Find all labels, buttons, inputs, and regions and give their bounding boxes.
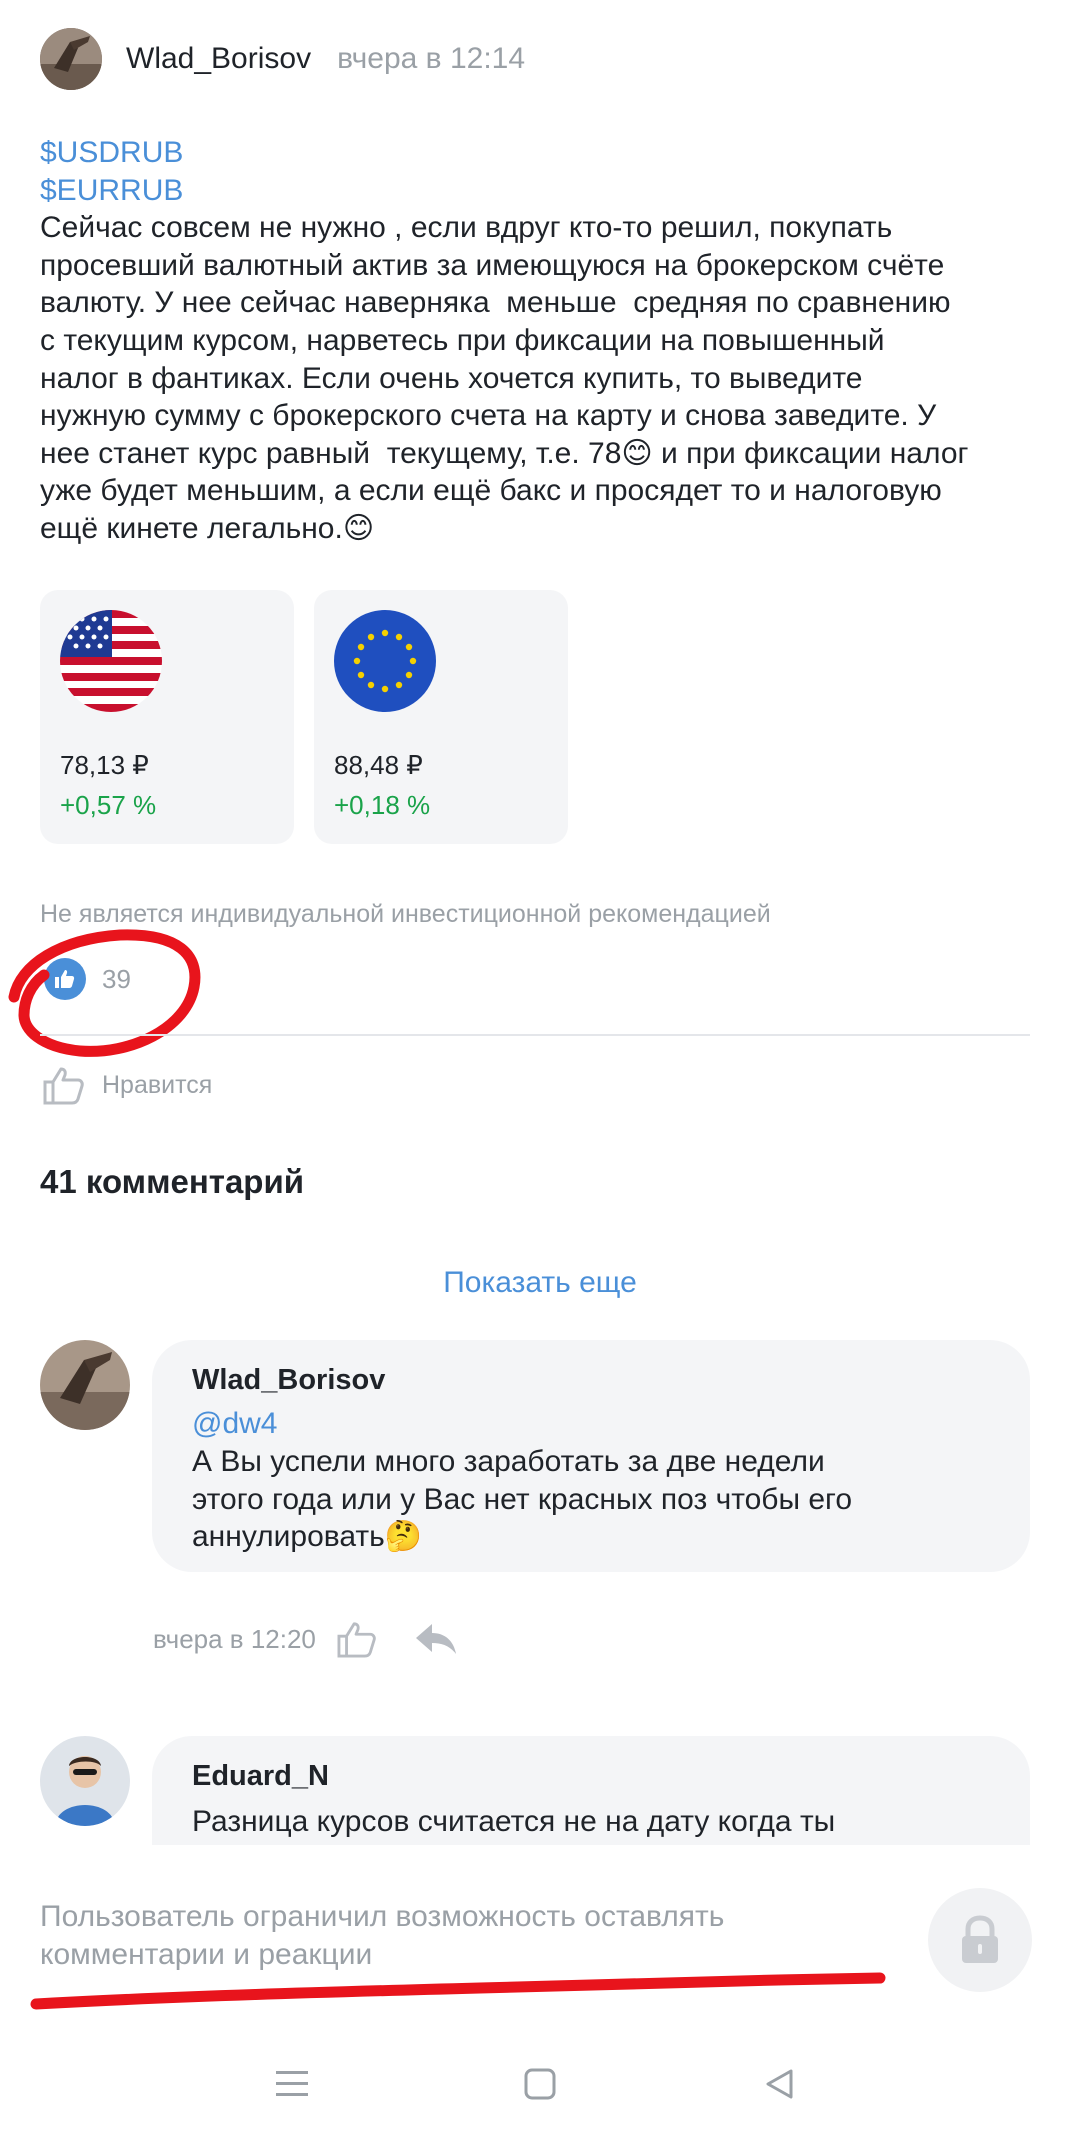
instrument-price: 78,13 ₽ <box>60 750 149 780</box>
nav-menu-button[interactable] <box>272 2064 312 2104</box>
ticker-link-usdrub[interactable]: $USDRUB <box>40 134 1040 172</box>
us-flag-icon <box>60 610 162 712</box>
system-navigation-bar <box>0 2020 1080 2140</box>
post-author-name[interactable]: Wlad_Borisov <box>126 42 311 76</box>
menu-icon <box>276 2071 308 2096</box>
instrument-cards: 78,13 ₽ +0,57 % 88,48 ₽ +0,18 % <box>40 590 568 844</box>
post-body: $USDRUB $EURRUB Сейчас совсем не нужно ,… <box>40 134 1040 548</box>
lock-button[interactable] <box>928 1888 1032 1992</box>
post-header: Wlad_Borisov вчера в 12:14 <box>40 28 525 90</box>
show-more-link[interactable]: Показать еще <box>0 1266 1080 1300</box>
divider <box>40 1034 1030 1036</box>
comment-item: Eduard_N Разница курсов считается не на … <box>40 1736 1030 1896</box>
like-button[interactable]: Нравится <box>42 1065 212 1105</box>
reply-icon[interactable] <box>414 1622 458 1656</box>
avatar-image <box>40 1340 130 1430</box>
comment-like-icon[interactable] <box>336 1620 378 1658</box>
instrument-card-usdrub[interactable]: 78,13 ₽ +0,57 % <box>40 590 294 844</box>
comment-timestamp: вчера в 12:20 <box>153 1623 316 1654</box>
comment-author-avatar[interactable] <box>40 1736 130 1826</box>
comment-mention-link[interactable]: @dw4 <box>192 1407 990 1441</box>
red-annotation-circle <box>8 929 201 1057</box>
author-avatar[interactable] <box>40 28 102 90</box>
red-annotation-underline <box>30 1972 886 2010</box>
lock-icon <box>962 1915 998 1963</box>
instrument-price: 88,48 ₽ <box>334 750 423 780</box>
comment-bubble: Wlad_Borisov @dw4 А Вы успели много зара… <box>152 1340 1030 1572</box>
comment-author-name[interactable]: Wlad_Borisov <box>192 1364 990 1397</box>
comment-text: А Вы успели много заработать за две неде… <box>192 1445 853 1554</box>
nav-home-button[interactable] <box>520 2064 560 2104</box>
ticker-link-eurrub[interactable]: $EURRUB <box>40 172 1040 210</box>
comment-meta: вчера в 12:20 <box>153 1620 458 1658</box>
comment-item: Wlad_Borisov @dw4 А Вы успели много зара… <box>40 1340 1030 1572</box>
eu-flag-icon <box>334 610 436 712</box>
avatar-image <box>40 1736 130 1826</box>
instrument-card-eurrub[interactable]: 88,48 ₽ +0,18 % <box>314 590 568 844</box>
back-triangle-icon <box>766 2069 793 2099</box>
home-square-icon <box>524 2068 556 2100</box>
comment-author-name[interactable]: Eduard_N <box>192 1760 990 1793</box>
post-text: Сейчас совсем не нужно , если вдруг кто-… <box>40 211 969 545</box>
thumbs-up-outline-icon <box>43 1067 84 1105</box>
instrument-change: +0,57 % <box>60 790 157 820</box>
like-button-label: Нравится <box>102 1070 213 1099</box>
avatar-image <box>40 28 102 90</box>
comments-count-heading: 41 комментарий <box>40 1163 305 1200</box>
comment-text: Разница курсов считается не на дату когд… <box>192 1805 836 1838</box>
nav-back-button[interactable] <box>760 2064 800 2104</box>
comments-restricted-notice: Пользователь ограничил возможность остав… <box>40 1898 840 1974</box>
post-timestamp: вчера в 12:14 <box>337 42 526 75</box>
instrument-change: +0,18 % <box>334 790 431 820</box>
comments-restricted-text: Пользователь ограничил возможность остав… <box>40 1900 725 1971</box>
comment-author-avatar[interactable] <box>40 1340 130 1430</box>
